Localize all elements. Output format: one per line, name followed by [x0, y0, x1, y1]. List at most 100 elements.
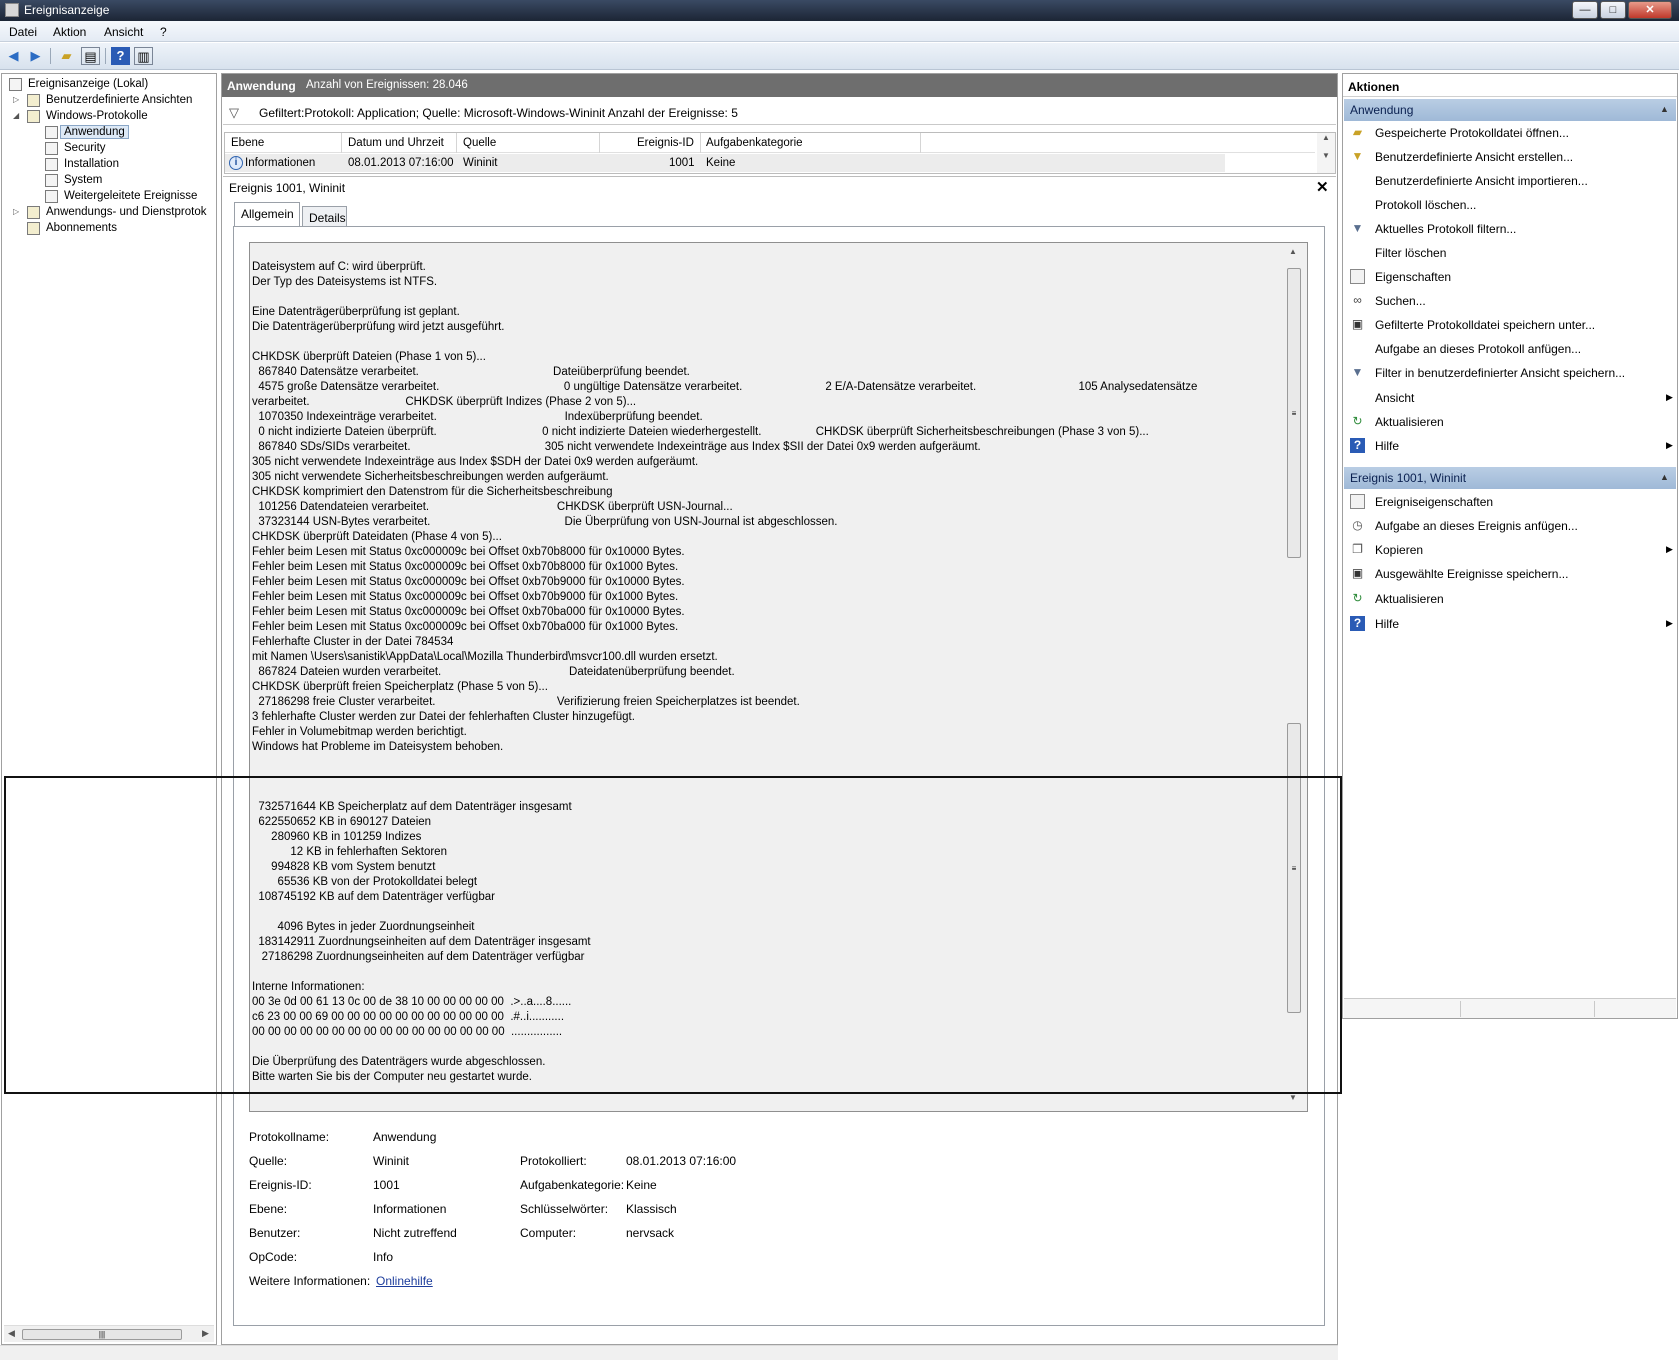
tab-details[interactable]: Details: [302, 206, 347, 227]
actions-bottom-bar: [1344, 998, 1676, 1018]
action-label: Kopieren: [1375, 543, 1424, 557]
tree-item-system[interactable]: System: [6, 173, 216, 189]
column-separator[interactable]: [920, 133, 921, 153]
scroll-thumb[interactable]: ≡: [1287, 268, 1301, 558]
action-view[interactable]: Ansicht ▶: [1344, 387, 1676, 409]
action-copy[interactable]: ❐ Kopieren ▶: [1344, 539, 1676, 561]
scroll-up-icon[interactable]: ▲: [1289, 247, 1297, 256]
action-open-saved-log[interactable]: ▰ Gespeicherte Protokolldatei öffnen...: [1344, 122, 1676, 144]
event-properties: Protokollname: Anwendung Quelle: Wininit…: [249, 1122, 1309, 1322]
back-arrow-icon[interactable]: ◀: [4, 47, 23, 65]
column-header-source[interactable]: Quelle: [463, 137, 496, 149]
tree-item-custom-views[interactable]: ▷ Benutzerdefinierte Ansichten: [6, 93, 216, 109]
window-title: Ereignisanzeige: [24, 3, 110, 17]
filter-icon: ▼: [1351, 221, 1364, 235]
maximize-button[interactable]: □: [1600, 1, 1626, 19]
tree-item-windows-logs[interactable]: ◢ Windows-Protokolle: [6, 109, 216, 125]
help-icon: ?: [1350, 616, 1365, 631]
action-label: Ereigniseigenschaften: [1375, 495, 1494, 509]
tree-horizontal-scrollbar[interactable]: ◀ ||| ▶: [4, 1325, 214, 1342]
action-help-event[interactable]: ? Hilfe ▶: [1344, 613, 1676, 635]
tree-item-anwendung[interactable]: Anwendung: [6, 125, 216, 141]
action-label: Filter in benutzerdefinierter Ansicht sp…: [1375, 366, 1626, 380]
table-vertical-scrollbar[interactable]: ▲ ▼: [1317, 133, 1335, 173]
action-properties[interactable]: Eigenschaften: [1344, 266, 1676, 288]
scroll-thumb[interactable]: ≡: [1287, 723, 1301, 1013]
action-event-properties[interactable]: Ereigniseigenschaften: [1344, 491, 1676, 513]
action-import-custom-view[interactable]: Benutzerdefinierte Ansicht importieren..…: [1344, 170, 1676, 192]
tree-item-installation[interactable]: Installation: [6, 157, 216, 173]
action-attach-task-to-event[interactable]: ◷ Aufgabe an dieses Ereignis anfügen...: [1344, 515, 1676, 537]
collapse-icon[interactable]: ▲: [1660, 472, 1669, 482]
action-label: Benutzerdefinierte Ansicht importieren..…: [1375, 174, 1588, 188]
action-help[interactable]: ? Hilfe ▶: [1344, 435, 1676, 457]
action-refresh-event[interactable]: ↻ Aktualisieren: [1344, 588, 1676, 610]
collapse-icon[interactable]: ▲: [1660, 104, 1669, 114]
column-separator[interactable]: [456, 133, 457, 153]
column-header-datetime[interactable]: Datum und Uhrzeit: [348, 137, 444, 149]
action-attach-task-to-log[interactable]: Aufgabe an dieses Protokoll anfügen...: [1344, 338, 1676, 360]
forward-arrow-icon[interactable]: ▶: [26, 47, 45, 65]
close-icon[interactable]: ✕: [1316, 178, 1329, 196]
actions-panel: Aktionen Anwendung ▲ ▰ Gespeicherte Prot…: [1342, 73, 1678, 1019]
column-separator[interactable]: [599, 133, 600, 153]
log-icon: [45, 158, 58, 171]
tree-item-root[interactable]: Ereignisanzeige (Lokal): [6, 77, 216, 93]
tree-item-label: Abonnements: [46, 222, 117, 234]
tree-item-security[interactable]: Security: [6, 141, 216, 157]
table-row[interactable]: i Informationen 08.01.2013 07:16:00 Wini…: [225, 154, 1225, 172]
column-header-level[interactable]: Ebene: [231, 137, 264, 149]
toolbar-separator: [50, 48, 51, 64]
minimize-button[interactable]: —: [1572, 1, 1598, 19]
action-save-filtered-log[interactable]: ▣ Gefilterte Protokolldatei speichern un…: [1344, 314, 1676, 336]
menu-help[interactable]: ?: [160, 25, 167, 39]
close-button[interactable]: ✕: [1628, 1, 1672, 19]
collapse-icon[interactable]: ◢: [13, 111, 23, 121]
tree-item-label: Benutzerdefinierte Ansichten: [46, 94, 193, 106]
column-header-event-id[interactable]: Ereignis-ID: [637, 137, 694, 149]
tab-general[interactable]: Allgemein: [234, 202, 300, 226]
value-opcode: Info: [373, 1250, 394, 1264]
show-actions-icon[interactable]: ▥: [134, 47, 153, 65]
action-clear-filter[interactable]: Filter löschen: [1344, 242, 1676, 264]
column-separator[interactable]: [341, 133, 342, 153]
scroll-right-icon[interactable]: ▶: [202, 1328, 209, 1339]
subscriptions-icon: [27, 222, 40, 235]
scroll-down-icon[interactable]: ▼: [1289, 1093, 1297, 1102]
menu-datei[interactable]: Datei: [9, 25, 37, 39]
menu-ansicht[interactable]: Ansicht: [104, 25, 143, 39]
expand-icon[interactable]: ▷: [13, 207, 23, 217]
tree-item-label: System: [64, 174, 103, 186]
column-header-task-category[interactable]: Aufgabenkategorie: [706, 137, 803, 149]
tree-item-subscriptions[interactable]: Abonnements: [6, 221, 216, 237]
folder-icon: [27, 94, 40, 107]
scroll-thumb[interactable]: |||: [22, 1329, 182, 1340]
scroll-left-icon[interactable]: ◀: [8, 1328, 15, 1339]
help-icon[interactable]: ?: [111, 47, 130, 65]
action-find[interactable]: ∞ Suchen...: [1344, 290, 1676, 312]
action-label: Gefilterte Protokolldatei speichern unte…: [1375, 318, 1596, 332]
action-save-selected-events[interactable]: ▣ Ausgewählte Ereignisse speichern...: [1344, 563, 1676, 585]
action-save-filter-to-custom-view[interactable]: ▼ Filter in benutzerdefinierter Ansicht …: [1344, 362, 1676, 384]
column-separator[interactable]: [700, 133, 701, 153]
save-icon: ▣: [1351, 566, 1364, 580]
action-filter-current-log[interactable]: ▼ Aktuelles Protokoll filtern...: [1344, 218, 1676, 240]
event-count: Anzahl von Ereignissen: 28.046: [306, 79, 468, 91]
action-refresh[interactable]: ↻ Aktualisieren: [1344, 411, 1676, 433]
section-label: Ereignis 1001, Wininit: [1350, 471, 1467, 485]
expand-icon[interactable]: ▷: [13, 95, 23, 105]
cell-level: Informationen: [245, 157, 316, 169]
event-message-box[interactable]: Dateisystem auf C: wird überprüft. Der T…: [249, 242, 1308, 1112]
online-help-link[interactable]: Onlinehilfe: [376, 1274, 433, 1288]
show-tree-icon[interactable]: ▤: [81, 47, 100, 65]
folder-up-icon[interactable]: ▰: [57, 47, 76, 65]
menu-aktion[interactable]: Aktion: [53, 25, 86, 39]
tree-item-forwarded-events[interactable]: Weitergeleitete Ereignisse: [6, 189, 216, 205]
section-anwendung[interactable]: Anwendung ▲: [1344, 99, 1676, 121]
tree-item-app-service-logs[interactable]: ▷ Anwendungs- und Dienstprotok: [6, 205, 216, 221]
section-event-1001[interactable]: Ereignis 1001, Wininit ▲: [1344, 467, 1676, 489]
action-clear-log[interactable]: Protokoll löschen...: [1344, 194, 1676, 216]
action-create-custom-view[interactable]: ▼ Benutzerdefinierte Ansicht erstellen..…: [1344, 146, 1676, 168]
label-computer: Computer:: [520, 1226, 577, 1240]
message-vertical-scrollbar[interactable]: ▲ ≡ ≡ ▼: [1284, 243, 1304, 1111]
